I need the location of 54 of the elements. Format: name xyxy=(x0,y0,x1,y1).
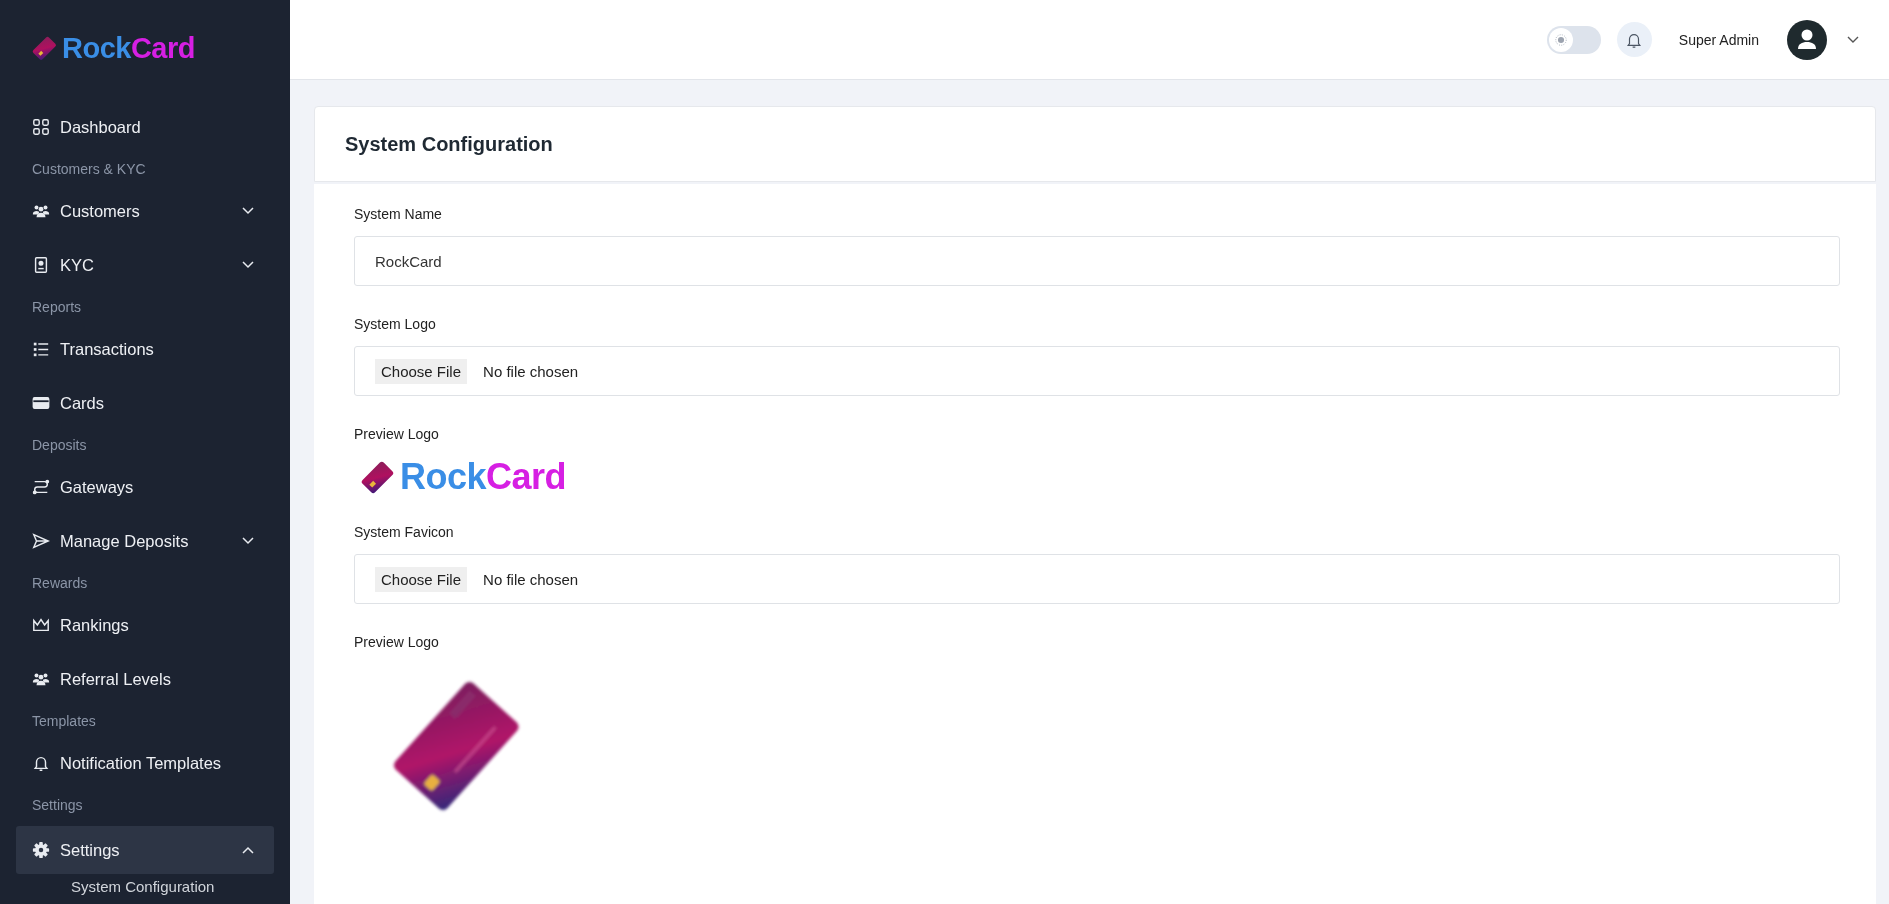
crown-icon xyxy=(32,616,50,634)
file-status: No file chosen xyxy=(483,570,579,588)
choose-file-button[interactable]: Choose File xyxy=(375,566,468,592)
chevron-down-icon[interactable] xyxy=(1847,35,1859,44)
users-icon xyxy=(32,670,50,688)
transfer-icon xyxy=(32,478,50,496)
bell-icon xyxy=(32,754,50,772)
sidebar-item[interactable]: Customers xyxy=(16,190,274,232)
sidebar-item[interactable]: Gateways xyxy=(16,466,274,508)
logo-text: RockCard xyxy=(400,456,567,498)
sidebar-section-label: Reports xyxy=(31,298,83,317)
user-name[interactable]: Super Admin xyxy=(1678,31,1759,48)
chevron-down-icon xyxy=(242,261,254,269)
list-icon xyxy=(32,340,50,358)
field-label: System Logo xyxy=(354,316,437,332)
page-title: System Configuration xyxy=(345,132,553,156)
notification-button[interactable] xyxy=(1616,22,1652,57)
field-label: Preview Logo xyxy=(354,426,440,442)
field-label: System Favicon xyxy=(354,524,455,540)
avatar-icon[interactable] xyxy=(1787,19,1827,60)
choose-file-button[interactable]: Choose File xyxy=(375,358,468,384)
sidebar-item[interactable]: Referral Levels xyxy=(16,658,274,700)
chevron-down-icon xyxy=(242,207,254,215)
file-input[interactable]: Choose File No file chosen xyxy=(354,554,1840,604)
sidebar-section-label: Templates xyxy=(31,712,97,731)
chevron-down-icon xyxy=(242,537,254,545)
users-icon xyxy=(32,202,50,220)
file-input[interactable]: Choose File No file chosen xyxy=(354,346,1840,396)
system-name-field[interactable]: RockCard xyxy=(354,236,1840,286)
credit-card-icon xyxy=(32,394,50,412)
send-icon xyxy=(32,532,50,550)
brand-name: RockCard xyxy=(62,31,195,65)
sidebar-item[interactable]: Dashboard xyxy=(16,106,274,148)
id-card-icon xyxy=(32,256,50,274)
sidebar-item[interactable]: Transactions xyxy=(16,328,274,370)
chevron-up-icon xyxy=(242,846,254,854)
sidebar-item[interactable]: Manage Deposits xyxy=(16,520,274,562)
field-label: Preview Logo xyxy=(354,634,440,650)
sidebar-section-label: Customers & KYC xyxy=(31,160,147,179)
field-label: System Name xyxy=(354,206,443,222)
sidebar-section-label: Rewards xyxy=(31,574,89,593)
sidebar-item[interactable]: Rankings xyxy=(16,604,274,646)
sidebar-item[interactable]: Cards xyxy=(16,382,274,424)
file-status: No file chosen xyxy=(483,362,579,380)
grid-icon xyxy=(32,118,50,136)
sidebar-section-label: Settings xyxy=(31,796,84,815)
sidebar-item[interactable]: Settings xyxy=(16,826,274,874)
sun-icon xyxy=(1553,32,1568,47)
sidebar-item[interactable]: KYC xyxy=(16,244,274,286)
settings-icon xyxy=(32,841,50,859)
theme-toggle[interactable] xyxy=(1546,25,1601,54)
sidebar-subitem[interactable]: System Configuration xyxy=(16,874,274,900)
sidebar-item[interactable]: Notification Templates xyxy=(16,742,274,784)
sidebar-section-label: Deposits xyxy=(31,436,88,455)
